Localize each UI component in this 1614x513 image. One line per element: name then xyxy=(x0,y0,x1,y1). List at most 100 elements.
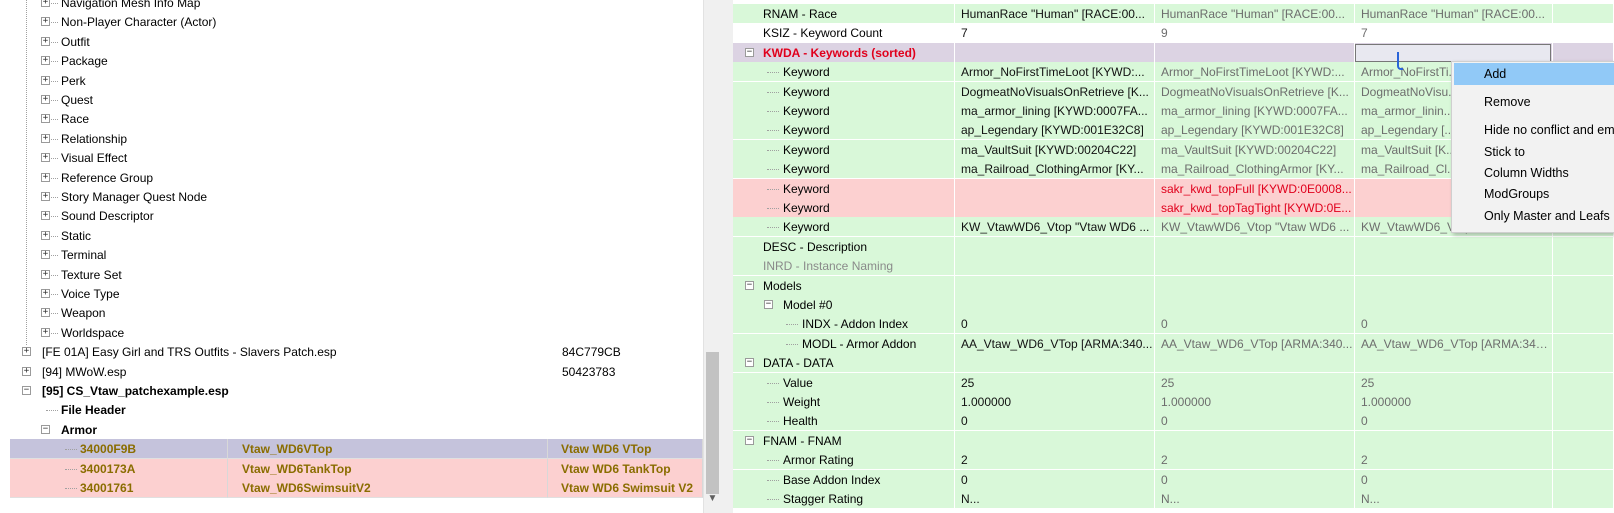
field-label-cell[interactable]: Keyword xyxy=(733,178,955,199)
context-menu[interactable]: Add Remove Hide no conflict and empty rows… xyxy=(1451,61,1614,233)
expand-icon[interactable]: + xyxy=(41,133,50,143)
record-field-row[interactable]: MODL - Armor Addon AA_Vtaw_WD6_VTop [ARMA… xyxy=(733,333,1614,354)
collapse-icon[interactable]: − xyxy=(745,435,754,445)
field-value-master-1[interactable] xyxy=(955,178,1155,199)
plugin-row[interactable]: + [94] MWoW.esp 50423783 xyxy=(0,362,726,382)
field-value-master-2[interactable]: N... xyxy=(1155,489,1355,509)
field-value-master-2[interactable] xyxy=(1155,236,1355,257)
field-value-master-2[interactable]: sakr_kwd_topTagTight [KYWD:0E... xyxy=(1155,198,1355,218)
field-value-master-3[interactable] xyxy=(1355,295,1553,315)
menu-item-only-master-and-leafs[interactable]: Only Master and Leafs xyxy=(1454,205,1614,227)
field-value-master-2[interactable]: Armor_NoFirstTimeLoot [KYWD:... xyxy=(1155,62,1355,83)
field-value-master-2[interactable]: 9 xyxy=(1155,23,1355,44)
plugin-row[interactable]: + [FE 01A] Easy Girl and TRS Outfits - Sl… xyxy=(0,342,726,362)
field-value-master-1[interactable] xyxy=(955,236,1155,257)
record-field-row[interactable]: Stagger Rating N... N... N... xyxy=(733,489,1614,509)
field-value-master-3[interactable]: 0 xyxy=(1355,314,1553,335)
field-value-master-1[interactable]: ma_Railroad_ClothingArmor [KY... xyxy=(955,159,1155,180)
field-value-master-3[interactable] xyxy=(1355,275,1553,296)
armor-record-row[interactable]: 3400173A Vtaw_WD6TankTop Vtaw WD6 TankTop xyxy=(10,458,703,479)
tree-node[interactable]: + Terminal xyxy=(0,245,726,265)
field-label-cell[interactable]: Keyword xyxy=(733,120,955,141)
expand-icon[interactable]: + xyxy=(41,192,50,201)
field-value-master-3[interactable]: HumanRace "Human" [RACE:00... xyxy=(1355,4,1553,24)
field-label-cell[interactable]: Keyword xyxy=(733,139,955,160)
expand-icon[interactable]: + xyxy=(41,211,50,221)
field-value-master-1[interactable]: 0 xyxy=(955,469,1155,490)
expand-icon[interactable]: + xyxy=(41,0,50,7)
collapse-icon[interactable]: − xyxy=(745,358,754,368)
tree-node[interactable]: + Weapon xyxy=(0,303,726,323)
field-label-cell[interactable]: Armor Rating xyxy=(733,450,955,471)
field-label-cell[interactable]: DESC - Description xyxy=(733,236,955,257)
field-label-cell[interactable]: INRD - Instance Naming xyxy=(733,256,955,277)
armor-record-row[interactable]: 34001761 Vtaw_WD6SwimsuitV2 Vtaw WD6 Swims… xyxy=(10,478,703,498)
field-value-master-2[interactable]: KW_VtawWD6_Vtop "Vtaw WD6 ... xyxy=(1155,217,1355,238)
field-value-master-1[interactable]: 0 xyxy=(955,411,1155,432)
field-value-master-1[interactable]: HumanRace "Human" [RACE:00... xyxy=(955,4,1155,24)
expand-icon[interactable]: + xyxy=(41,95,50,104)
field-label-cell[interactable]: − Model #0 xyxy=(733,295,955,315)
field-label-cell[interactable]: Value xyxy=(733,372,955,393)
field-value-master-2[interactable]: 2 xyxy=(1155,450,1355,471)
menu-item-modgroups[interactable]: ModGroups xyxy=(1454,183,1614,205)
expand-icon[interactable]: + xyxy=(41,153,50,163)
field-value-master-3[interactable] xyxy=(1355,236,1553,257)
field-value-master-1[interactable]: AA_Vtaw_WD6_VTop [ARMA:340... xyxy=(955,333,1155,354)
file-header-row[interactable]: File Header xyxy=(0,400,726,420)
field-value-master-1[interactable] xyxy=(955,353,1155,374)
menu-item-stick-to[interactable]: Stick to xyxy=(1454,141,1614,163)
field-value-master-2[interactable]: 25 xyxy=(1155,372,1355,393)
field-value-master-1[interactable]: N... xyxy=(955,489,1155,509)
tree-node[interactable]: + Sound Descriptor xyxy=(0,206,726,226)
field-label-cell[interactable]: Keyword xyxy=(733,62,955,83)
field-label-cell[interactable]: − KWDA - Keywords (sorted) xyxy=(733,42,955,63)
field-value-master-3[interactable]: 2 xyxy=(1355,450,1553,471)
tree-node[interactable]: + Relationship xyxy=(0,129,726,149)
expand-icon[interactable]: + xyxy=(41,75,50,85)
tree-node[interactable]: + Story Manager Quest Node xyxy=(0,187,726,207)
tree-node[interactable]: + Perk xyxy=(0,71,726,91)
tree-node[interactable]: + Package xyxy=(0,51,726,71)
expand-icon[interactable]: + xyxy=(22,366,31,376)
record-field-row[interactable]: INDX - Addon Index 0 0 0 xyxy=(733,314,1614,335)
tree-node[interactable]: + Texture Set xyxy=(0,265,726,285)
expand-icon[interactable]: + xyxy=(41,56,50,66)
field-label-cell[interactable]: MODL - Armor Addon xyxy=(733,333,955,354)
field-value-master-1[interactable]: ap_Legendary [KYWD:001E32C8] xyxy=(955,120,1155,141)
field-label-cell[interactable]: INDX - Addon Index xyxy=(733,314,955,335)
tree-node[interactable]: + Visual Effect xyxy=(0,148,726,168)
field-value-master-2[interactable] xyxy=(1155,353,1355,374)
pane-splitter[interactable] xyxy=(720,0,733,513)
field-value-master-1[interactable] xyxy=(955,256,1155,277)
scroll-down-arrow-icon[interactable]: ▼ xyxy=(704,491,721,507)
field-value-master-2[interactable] xyxy=(1155,42,1355,63)
record-field-row[interactable]: Armor Rating 2 2 2 xyxy=(733,450,1614,471)
field-label-cell[interactable]: RNAM - Race xyxy=(733,4,955,24)
field-label-cell[interactable]: Base Addon Index xyxy=(733,469,955,490)
armor-record-row[interactable]: 34000F9B Vtaw_WD6VTop Vtaw WD6 VTop xyxy=(10,439,703,460)
field-value-master-3[interactable] xyxy=(1355,256,1553,277)
field-label-cell[interactable]: KSIZ - Keyword Count xyxy=(733,23,955,44)
field-label-cell[interactable]: Keyword xyxy=(733,159,955,180)
field-value-master-2[interactable]: 0 xyxy=(1155,314,1355,335)
field-value-master-2[interactable]: ma_armor_lining [KYWD:0007FA... xyxy=(1155,101,1355,121)
field-value-master-1[interactable] xyxy=(955,198,1155,218)
menu-item-remove[interactable]: Remove xyxy=(1454,91,1614,113)
field-value-master-1[interactable]: 25 xyxy=(955,372,1155,393)
record-field-row[interactable]: − Model #0 xyxy=(733,295,1614,315)
field-value-master-2[interactable]: AA_Vtaw_WD6_VTop [ARMA:340... xyxy=(1155,333,1355,354)
record-field-row[interactable]: − FNAM - FNAM xyxy=(733,430,1614,451)
expand-icon[interactable]: + xyxy=(41,230,50,240)
expand-icon[interactable]: + xyxy=(41,172,50,182)
field-value-master-2[interactable] xyxy=(1155,275,1355,296)
collapse-icon[interactable]: − xyxy=(745,280,754,290)
field-value-master-3[interactable] xyxy=(1355,430,1553,451)
record-field-row[interactable]: Base Addon Index 0 0 0 xyxy=(733,469,1614,490)
navigation-tree[interactable]: + Navigation Mesh Info Map + Non-Player Cha… xyxy=(0,0,726,513)
tree-node[interactable]: + Worldspace xyxy=(0,323,726,343)
field-value-master-2[interactable]: ma_Railroad_ClothingArmor [KY... xyxy=(1155,159,1355,180)
field-value-master-3[interactable]: 25 xyxy=(1355,372,1553,393)
field-value-master-2[interactable] xyxy=(1155,430,1355,451)
left-scrollbar-thumb[interactable] xyxy=(706,352,719,494)
